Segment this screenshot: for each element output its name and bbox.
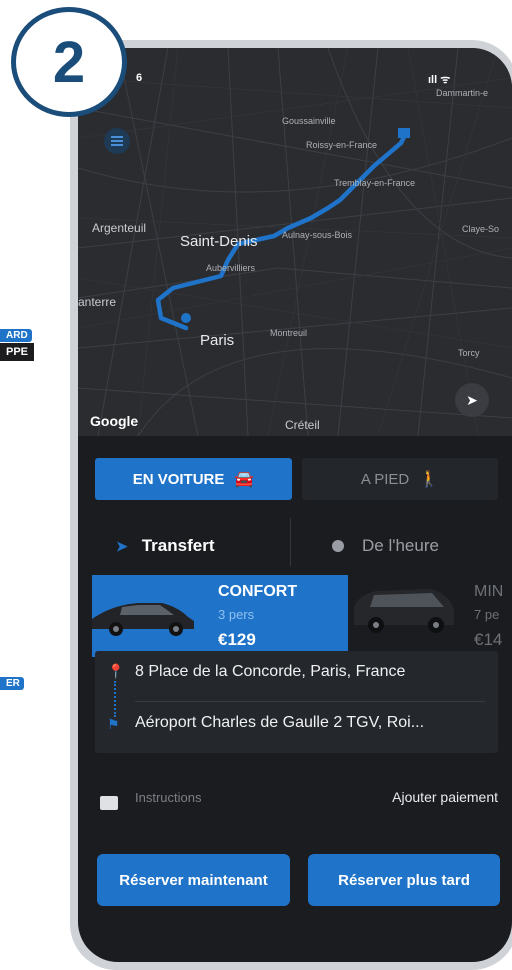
map-label: Aulnay-sous-Bois	[282, 230, 353, 240]
step-number-badge: 2	[11, 7, 127, 117]
clock-icon	[332, 540, 344, 552]
vehicle-card-confort[interactable]: CONFORT 3 pers €129	[92, 575, 364, 657]
map-label: Goussainville	[282, 116, 336, 126]
origin-pin	[181, 313, 191, 323]
sedan-car-icon	[92, 603, 194, 636]
tab-hourly-label: De l'heure	[362, 536, 439, 555]
google-attribution: Google	[90, 413, 139, 429]
car-icon: 🚘	[234, 471, 255, 488]
map-label: Créteil	[285, 418, 320, 432]
map-label: Montreuil	[270, 328, 308, 338]
tab-transfer-label: Transfert	[141, 536, 215, 555]
vehicle-price: €129	[218, 630, 256, 649]
side-fragment-tag: PPE	[0, 343, 35, 361]
map-label: anterre	[78, 295, 117, 309]
map-label: Tremblay-en-France	[334, 178, 416, 188]
map-label: Saint-Denis	[180, 233, 258, 250]
destination-flag	[398, 128, 410, 138]
minivan-icon	[354, 589, 454, 633]
map-label: Dammartin-e	[436, 88, 489, 98]
vehicle-price: €14	[474, 630, 503, 649]
add-payment-link[interactable]: Ajouter paiement	[392, 789, 498, 805]
map-roads	[78, 48, 512, 436]
map-label: Roissy-en-France	[306, 140, 378, 150]
book-now-label: Réserver maintenant	[119, 871, 268, 889]
app-screen: Goussainville Roissy-en-France Dammartin…	[78, 48, 512, 962]
book-later-button[interactable]: Réserver plus tard	[308, 854, 500, 906]
navigation-arrow-icon: ➤	[466, 392, 478, 408]
tab-divider	[290, 518, 291, 566]
vehicle-carousel[interactable]: CONFORT 3 pers €129 MIN 7 pe €14	[78, 575, 512, 657]
vehicle-name: CONFORT	[218, 583, 298, 600]
vehicle-capacity: 7 pe	[474, 607, 500, 622]
side-fragment-tag: ER	[0, 677, 24, 690]
menu-button[interactable]	[104, 128, 130, 154]
flag-icon: ⚑	[107, 716, 120, 732]
vehicle-capacity: 3 pers	[218, 607, 255, 622]
divider	[135, 701, 485, 702]
walking-person-icon: 🚶	[419, 471, 440, 488]
mode-walk-label: A PIED	[360, 470, 410, 488]
side-fragment-tag: ARD	[0, 329, 32, 342]
map-label: Claye-So	[462, 224, 500, 234]
status-signal-icon: ıll ᯤ	[428, 74, 451, 86]
location-pin-icon: 📍	[107, 663, 125, 679]
pickup-address[interactable]: 8 Place de la Concorde, Paris, France	[135, 663, 405, 681]
dropoff-address[interactable]: Aéroport Charles de Gaulle 2 TGV, Roi...	[135, 714, 424, 732]
mode-car-label: EN VOITURE	[132, 470, 225, 488]
instructions-link[interactable]: Instructions	[135, 790, 201, 805]
navigation-arrow-icon: ➤	[116, 537, 128, 554]
book-now-button[interactable]: Réserver maintenant	[97, 854, 290, 906]
mode-car-button[interactable]: EN VOITURE 🚘	[95, 458, 292, 500]
map-label: Paris	[200, 332, 235, 349]
book-later-label: Réserver plus tard	[338, 871, 470, 889]
map-label: Argenteuil	[92, 221, 147, 235]
tab-hourly[interactable]: De l'heure	[332, 526, 439, 566]
status-time: 6	[136, 72, 143, 84]
vehicle-card-minivan[interactable]: MIN 7 pe €14	[348, 575, 512, 657]
route-panel: 📍 8 Place de la Concorde, Paris, France …	[95, 651, 498, 753]
mode-walk-button[interactable]: A PIED 🚶	[302, 458, 498, 500]
tab-transfer[interactable]: ➤ Transfert	[116, 526, 214, 566]
map-label: Aubervilliers	[206, 263, 256, 273]
map[interactable]: Goussainville Roissy-en-France Dammartin…	[78, 48, 512, 436]
map-label: Torcy	[458, 348, 480, 358]
vehicle-name: MIN	[474, 583, 504, 600]
route-connector	[114, 681, 116, 717]
locate-me-button[interactable]: ➤	[455, 383, 489, 417]
message-icon	[100, 796, 118, 810]
